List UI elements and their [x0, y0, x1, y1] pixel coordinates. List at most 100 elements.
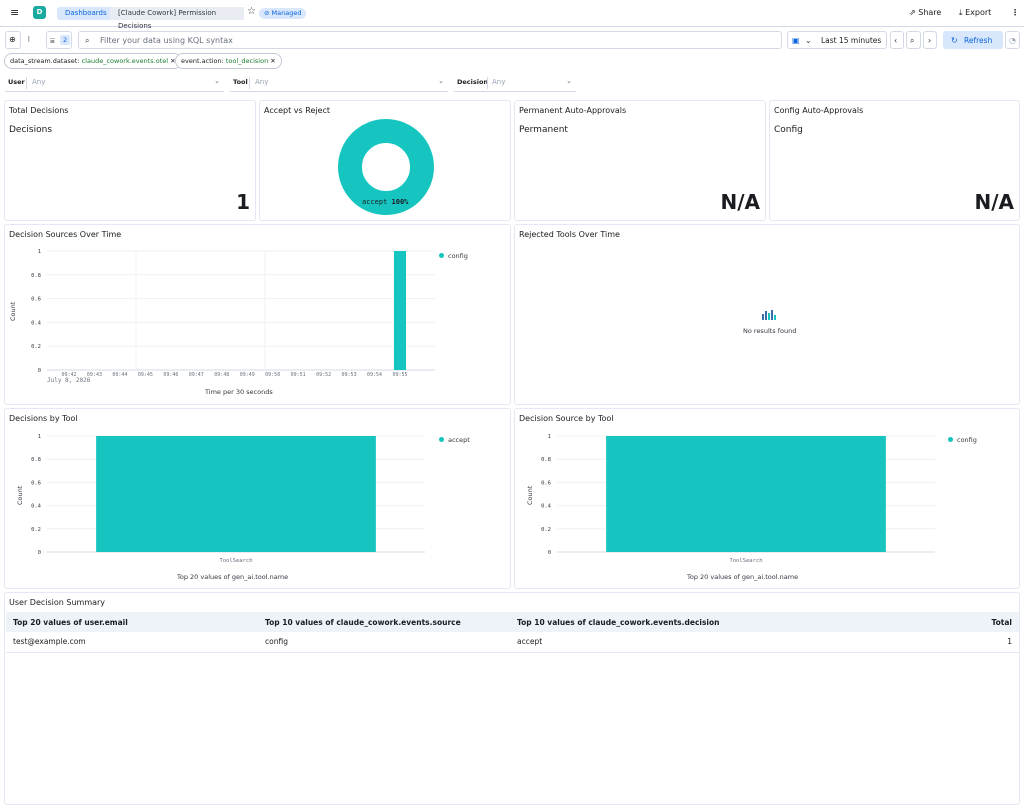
share-icon: ⇗ [909, 8, 919, 17]
x-tick-label: ToolSearch [729, 558, 762, 564]
y-tick-label: 0 [38, 368, 41, 374]
more-options-icon[interactable]: ⋮ [1011, 8, 1019, 17]
legend-item-config[interactable]: config [439, 252, 468, 260]
legend-label: config [957, 436, 977, 444]
previous-time-button[interactable]: ‹ [890, 31, 904, 49]
panel-rejected-tools-over-time: Rejected Tools Over Time No results foun… [514, 224, 1020, 405]
control-decision[interactable]: Decision Any ⌄ [454, 74, 576, 92]
legend-label: config [448, 252, 468, 260]
filter-pill-event-action[interactable]: event.action: tool_decision ✕ [175, 53, 282, 69]
bar-config-ToolSearch[interactable] [606, 436, 886, 552]
x-tick-label: 09:53 [342, 372, 357, 378]
y-tick-label: 0.4 [541, 504, 552, 510]
control-user-value: Any [32, 78, 46, 86]
control-tool[interactable]: Tool Any ⌄ [230, 74, 448, 92]
metric-value: 1 [236, 190, 250, 214]
filter-pill-key: event.action: [181, 57, 224, 65]
panel-title: Permanent Auto-Approvals [519, 106, 627, 115]
date-label: July 8, 2026 [47, 377, 91, 384]
legend-label: accept [448, 436, 470, 444]
calendar-icon: ▣ [792, 36, 800, 45]
managed-badge: ⊘ Managed [259, 8, 307, 19]
x-tick-label: 09:46 [163, 372, 178, 378]
panel-title: Rejected Tools Over Time [519, 230, 620, 239]
control-divider [26, 77, 27, 89]
legend-item-accept[interactable]: accept [439, 436, 470, 444]
share-label: Share [918, 8, 942, 17]
y-tick-label: 0.6 [541, 480, 551, 486]
zoom-out-button[interactable]: ⌕ [906, 31, 921, 49]
x-axis-title: Top 20 values of gen_ai.tool.name [687, 573, 799, 581]
filter-pill-key: data_stream.dataset: [10, 57, 80, 65]
table-header-row: Top 20 values of user.email Top 10 value… [6, 612, 1019, 632]
y-tick-label: 1 [38, 249, 41, 255]
panel-user-decision-summary: User Decision Summary Top 20 values of u… [4, 592, 1020, 805]
column-header-user-email[interactable]: Top 20 values of user.email [6, 612, 258, 632]
cell-user-email: test@example.com [6, 632, 258, 653]
legend-dot [948, 437, 953, 442]
time-picker[interactable]: ▣ ⌄ Last 15 minutes [787, 31, 887, 49]
saved-query-button[interactable]: ⦚ [25, 31, 39, 49]
app-logo[interactable]: D [33, 6, 46, 19]
menu-icon[interactable]: ≡ [10, 6, 19, 19]
column-header-decision[interactable]: Top 10 values of claude_cowork.events.de… [510, 612, 910, 632]
managed-check-icon: ⊘ [264, 9, 272, 17]
panel-accept-vs-reject: Accept vs Reject accept 100% [259, 100, 511, 221]
remove-filter-icon[interactable]: ✕ [270, 57, 275, 65]
y-tick-label: 0.4 [31, 320, 42, 326]
refresh-button[interactable]: ↻ Refresh [943, 31, 1003, 49]
control-user-label: User [8, 78, 25, 86]
kql-search-input[interactable]: Filter your data using KQL syntax [100, 32, 233, 50]
y-tick-label: 0.8 [541, 457, 551, 463]
top-bar: ≡ D Dashboards [Claude Cowork] Permissio… [0, 0, 1024, 30]
tool-bar-chart: 0 0.2 0.4 0.6 0.8 1 ToolSearch [31, 434, 425, 564]
y-tick-label: 0.2 [31, 527, 41, 533]
metric-label: Config [774, 125, 803, 135]
control-decision-label: Decision [457, 78, 489, 86]
search-icon: ⌕ [85, 36, 90, 45]
column-header-source[interactable]: Top 10 values of claude_cowork.events.so… [258, 612, 510, 632]
y-tick-label: 1 [38, 434, 41, 440]
panel-title: User Decision Summary [9, 598, 106, 607]
filter-pill-value: tool_decision [225, 57, 269, 65]
legend-dot [439, 437, 444, 442]
donut-slice-accept[interactable] [338, 119, 434, 215]
no-results-message: No results found [743, 327, 797, 335]
metric-label: Decisions [9, 125, 53, 135]
metric-value: N/A [720, 190, 760, 214]
y-axis-title: Count [9, 301, 17, 321]
donut-slice-label: accept 100% [362, 198, 408, 206]
donut-slice-name: accept [362, 198, 388, 206]
x-tick-label: 09:50 [265, 372, 280, 378]
control-divider [249, 77, 250, 89]
panel-decision-sources-over-time: Decision Sources Over Time 0 0.2 0.4 0.6 0.8… [4, 224, 511, 405]
y-tick-label: 0 [38, 550, 41, 556]
summary-table: Top 20 values of user.email Top 10 value… [6, 612, 1019, 653]
kql-search-box[interactable]: ⌕ Filter your data using KQL syntax [78, 31, 782, 49]
saved-query-icon: ⦚ [28, 35, 30, 44]
favorite-star-icon[interactable]: ☆ [247, 6, 256, 17]
x-tick-label: 09:44 [112, 372, 127, 378]
query-menu-button[interactable]: ⊕ [5, 31, 21, 49]
next-time-button[interactable]: › [923, 31, 937, 49]
column-header-total[interactable]: Total [910, 612, 1019, 632]
share-button[interactable]: ⇗ Share [909, 8, 941, 17]
auto-refresh-button[interactable]: ◔ [1005, 31, 1020, 49]
time-picker-chevron-icon: ⌄ [805, 36, 812, 45]
filter-count-button[interactable]: ⩸ 2 [46, 31, 72, 49]
control-divider [487, 77, 488, 89]
y-tick-label: 0.2 [31, 344, 41, 350]
y-tick-label: 0 [548, 550, 551, 556]
bar-accept-ToolSearch[interactable] [96, 436, 376, 552]
bar-config-09:55[interactable] [394, 251, 406, 370]
managed-badge-label: Managed [271, 9, 302, 17]
y-tick-label: 0.2 [541, 527, 551, 533]
export-button[interactable]: ⤓ Export [959, 8, 991, 18]
filter-pill-dataset[interactable]: data_stream.dataset: claude_cowork.event… [4, 53, 182, 69]
x-axis-title: Top 20 values of gen_ai.tool.name [177, 573, 289, 581]
y-tick-label: 0.6 [31, 297, 41, 303]
legend-item-config[interactable]: config [948, 436, 977, 444]
metric-value: N/A [974, 190, 1014, 214]
breadcrumb-dashboards[interactable]: Dashboards [57, 7, 115, 20]
control-user[interactable]: User Any ⌄ [5, 74, 224, 92]
